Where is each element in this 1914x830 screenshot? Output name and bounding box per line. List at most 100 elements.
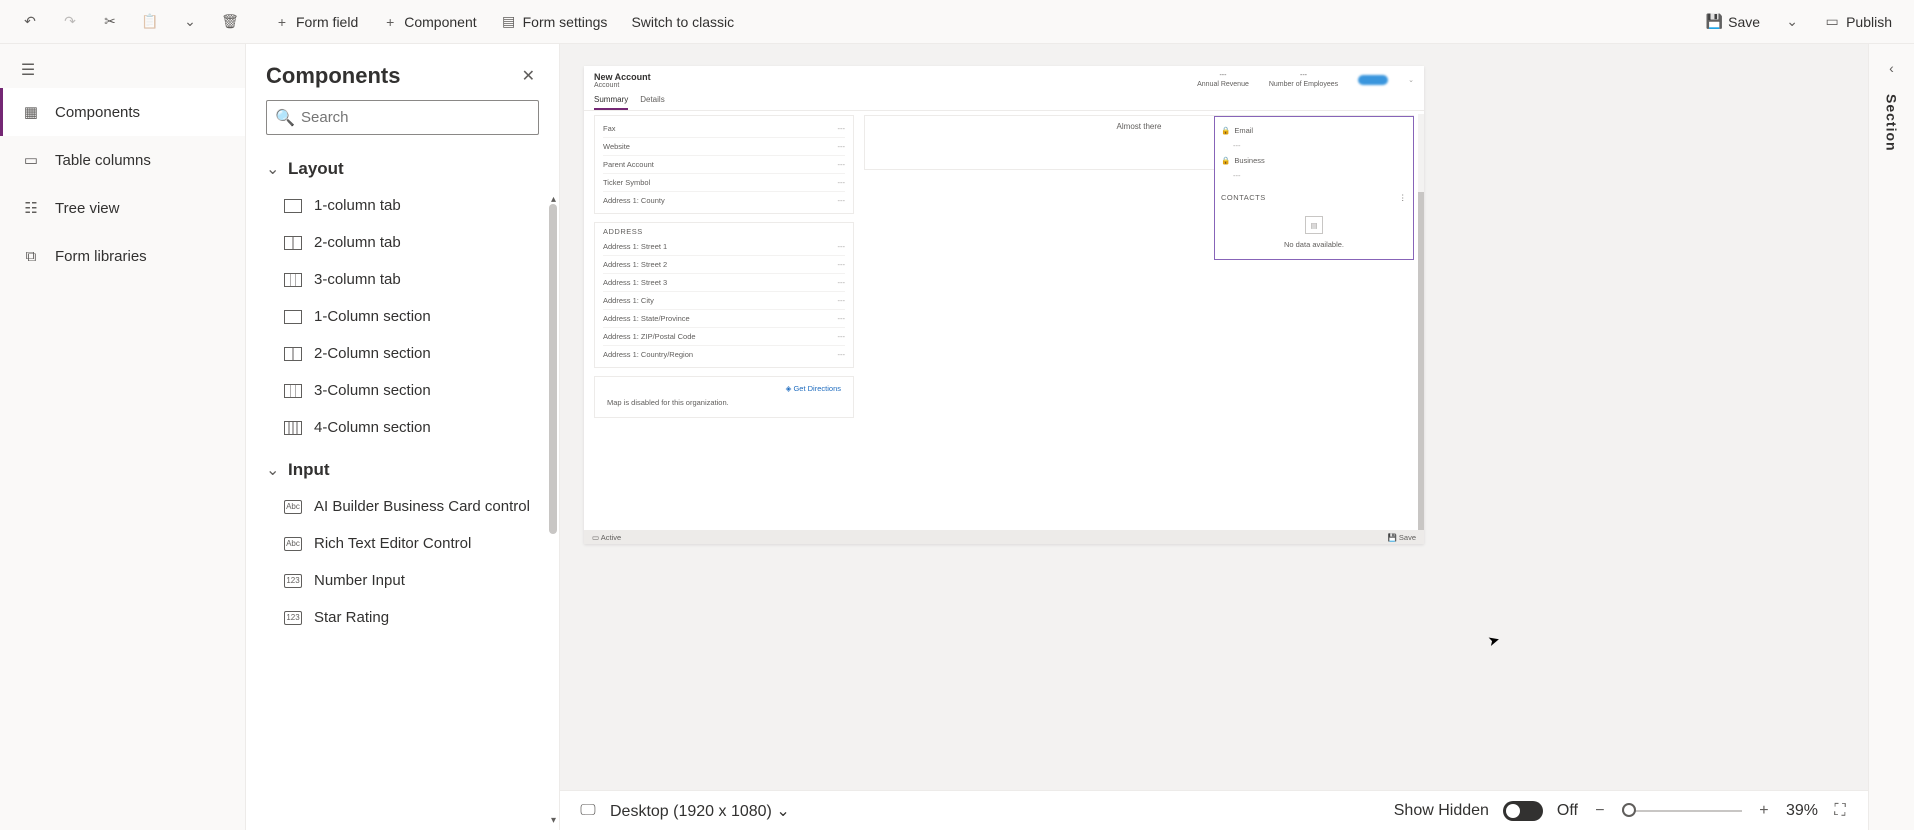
footer-save[interactable]: Save	[1399, 533, 1416, 542]
comp-number-input[interactable]: 123Number Input	[266, 562, 539, 599]
publish-button[interactable]: ▭Publish	[1814, 8, 1902, 36]
close-panel-button[interactable]: ✕	[518, 62, 539, 90]
save-button[interactable]: 💾Save	[1696, 8, 1770, 36]
switch-classic-label: Switch to classic	[631, 14, 734, 30]
comp-label: 2-Column section	[314, 345, 431, 362]
more-icon[interactable]: ⋮	[1399, 193, 1407, 202]
tab-summary[interactable]: Summary	[594, 95, 628, 110]
comp-rich-text[interactable]: Abc Rich Text Editor Control	[266, 525, 539, 562]
lock-icon: 🔒	[1221, 156, 1230, 165]
comp-label: 3-Column section	[314, 382, 431, 399]
field-label: Ticker Symbol	[603, 178, 650, 187]
comp-1col-tab[interactable]: 1-column tab	[266, 187, 539, 224]
comp-3col-section[interactable]: 3-Column section	[266, 372, 539, 409]
rail-item-components[interactable]: ▦Components	[0, 88, 245, 136]
bottom-bar: 🖵 Desktop (1920 x 1080) ⌄ Show Hidden Of…	[560, 790, 1868, 830]
form-title: New Account	[594, 72, 651, 82]
delete-button[interactable]: 🗑	[212, 8, 248, 36]
comp-star-rating[interactable]: 123Star Rating	[266, 599, 539, 636]
rail-label: Tree view	[55, 200, 119, 217]
comp-ai-business-card[interactable]: AbcAI Builder Business Card control	[266, 488, 539, 525]
email-label: Email	[1234, 126, 1253, 135]
chevron-down-icon: ⌄	[266, 159, 280, 179]
address-card[interactable]: ADDRESS Address 1: Street 1--- Address 1…	[594, 222, 854, 368]
comp-1col-section[interactable]: 1-Column section	[266, 298, 539, 335]
rail-label: Components	[55, 104, 140, 121]
form-preview[interactable]: New Account Account ---Annual Revenue --…	[584, 66, 1424, 544]
save-dropdown[interactable]: ⌄	[1774, 8, 1810, 36]
zoom-out-button[interactable]: −	[1592, 803, 1608, 819]
device-label: Desktop (1920 x 1080)	[610, 803, 772, 820]
search-input[interactable]	[301, 109, 528, 126]
footer-save-icon: 💾	[1387, 533, 1396, 542]
zoom-slider[interactable]	[1622, 810, 1742, 812]
form-settings-button[interactable]: ▤Form settings	[491, 8, 618, 36]
comp-3col-tab[interactable]: 3-column tab	[266, 261, 539, 298]
details-card[interactable]: Fax--- Website--- Parent Account--- Tick…	[594, 115, 854, 214]
comp-2col-section[interactable]: 2-Column section	[266, 335, 539, 372]
add-component-button[interactable]: +Component	[372, 8, 486, 36]
undo-button[interactable]: ↶	[12, 8, 48, 36]
field-label: Address 1: County	[603, 196, 665, 205]
contacts-title: CONTACTS	[1221, 193, 1266, 202]
paste-dropdown[interactable]: ⌄	[172, 8, 208, 36]
add-form-field-button[interactable]: +Form field	[264, 8, 368, 36]
fit-to-screen-button[interactable]: ⛶	[1832, 803, 1848, 819]
form-settings-icon: ▤	[501, 14, 517, 30]
zoom-in-button[interactable]: +	[1756, 803, 1772, 819]
cut-button[interactable]: ✂	[92, 8, 128, 36]
comp-label: Number Input	[314, 572, 405, 589]
field-value: ---	[838, 178, 846, 187]
paste-button[interactable]: 📋	[132, 8, 168, 36]
delete-icon: 🗑	[222, 14, 238, 30]
search-box[interactable]: 🔍	[266, 100, 539, 135]
abc-icon: Abc	[284, 537, 302, 551]
selected-section[interactable]: 🔒Email --- 🔒Business --- CONTACTS⋮ ▤ No …	[1214, 116, 1414, 260]
preview-scrollbar[interactable]	[1418, 192, 1424, 532]
field-label: Fax	[603, 124, 616, 133]
map-card[interactable]: ◈ Get Directions Map is disabled for thi…	[594, 376, 854, 418]
show-hidden-toggle[interactable]	[1503, 801, 1543, 821]
field-value: ---	[838, 350, 846, 359]
table-columns-icon: ▭	[21, 150, 41, 170]
comp-label: 4-Column section	[314, 419, 431, 436]
rail-item-tree-view[interactable]: ☷Tree view	[0, 184, 245, 232]
comp-4col-section[interactable]: 4-Column section	[266, 409, 539, 446]
field-value: ---	[838, 314, 846, 323]
comp-2col-tab[interactable]: 2-column tab	[266, 224, 539, 261]
switch-classic-button[interactable]: Switch to classic	[621, 8, 744, 36]
column3-icon	[284, 273, 302, 287]
meta-employees: Number of Employees	[1269, 81, 1338, 88]
paste-icon: 📋	[142, 14, 158, 30]
document-icon: ▤	[1305, 216, 1323, 234]
expand-properties-button[interactable]: ‹	[1889, 60, 1894, 76]
section1-icon	[284, 310, 302, 324]
column2-icon	[284, 236, 302, 250]
group-layout-toggle[interactable]: ⌄ Layout	[266, 145, 539, 187]
undo-icon: ↶	[22, 14, 38, 30]
rail-item-form-libraries[interactable]: ⧉Form libraries	[0, 232, 245, 280]
panel-title: Components	[266, 63, 400, 89]
redo-button[interactable]: ↷	[52, 8, 88, 36]
get-directions-link[interactable]: Get Directions	[793, 384, 841, 393]
group-input-toggle[interactable]: ⌄ Input	[266, 446, 539, 488]
rail-item-table-columns[interactable]: ▭Table columns	[0, 136, 245, 184]
save-icon: 💾	[1706, 14, 1722, 30]
scrollbar-thumb[interactable]	[549, 204, 557, 534]
device-selector[interactable]: Desktop (1920 x 1080) ⌄	[610, 801, 790, 821]
chevron-down-icon[interactable]: ⌄	[1408, 76, 1414, 84]
publish-label: Publish	[1846, 14, 1892, 30]
comp-label: 3-column tab	[314, 271, 401, 288]
field-value: ---	[838, 124, 846, 133]
chevron-down-icon: ⌄	[182, 14, 198, 30]
tab-details[interactable]: Details	[640, 95, 664, 110]
field-value: ---	[838, 296, 846, 305]
redo-icon: ↷	[62, 14, 78, 30]
comp-label: Rich Text Editor Control	[314, 535, 471, 552]
comp-label: 2-column tab	[314, 234, 401, 251]
component-label: Component	[404, 14, 476, 30]
hamburger-button[interactable]: ☰	[0, 44, 245, 88]
chevron-down-icon: ⌄	[776, 803, 789, 820]
meta-annual-revenue: Annual Revenue	[1197, 81, 1249, 88]
field-label: Address 1: City	[603, 296, 654, 305]
